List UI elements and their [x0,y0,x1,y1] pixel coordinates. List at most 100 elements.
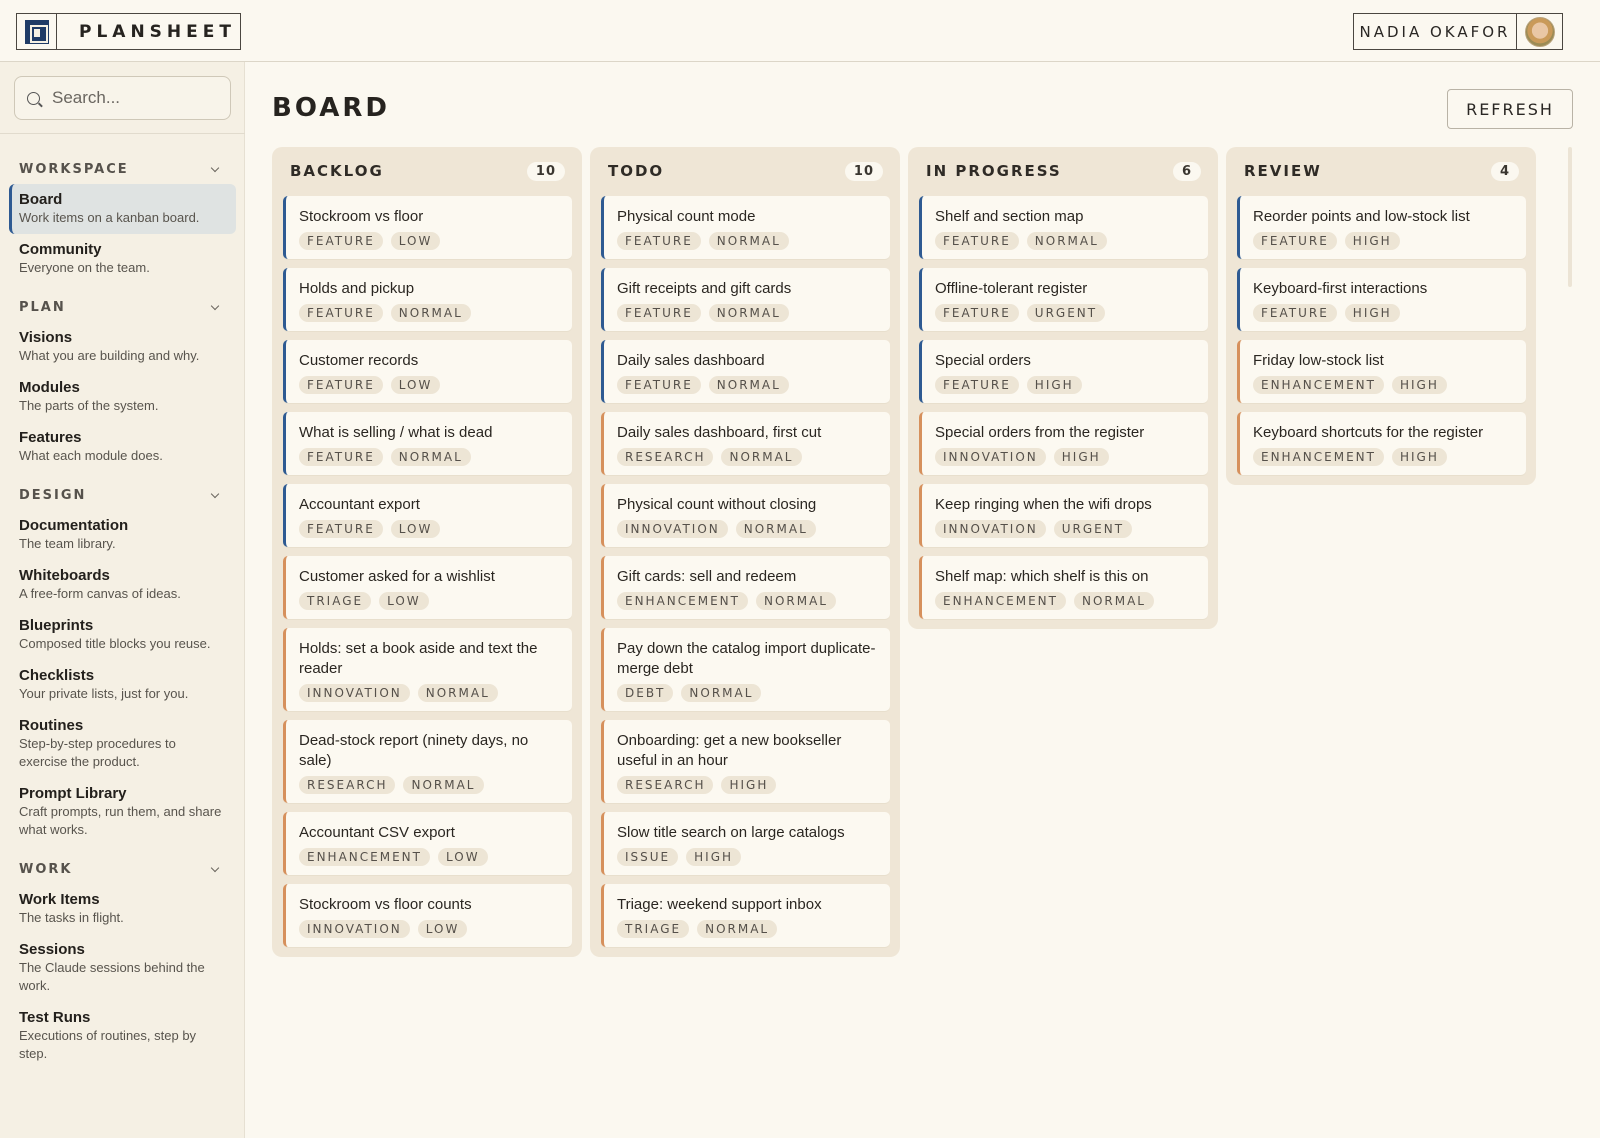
sidebar-item-documentation[interactable]: Documentation The team library. [9,510,236,560]
priority-badge: NORMAL [721,448,802,466]
card-tags: ENHANCEMENT HIGH [1253,376,1516,394]
work-item-card[interactable]: Keyboard shortcuts for the register ENHAN… [1237,412,1526,475]
work-item-card[interactable]: Gift cards: sell and redeem ENHANCEMENT NO… [601,556,890,619]
sidebar-item-desc: The team library. [19,536,116,551]
work-item-card[interactable]: Reorder points and low-stock list FEATURE… [1237,196,1526,259]
card-title: Stockroom vs floor [299,208,424,225]
work-item-card[interactable]: Customer records FEATURE LOW [283,340,572,403]
sidebar-item-sessions[interactable]: Sessions The Claude sessions behind the w… [9,934,236,1002]
sidebar-section-plan[interactable]: PLAN [0,292,245,322]
sidebar-item-features[interactable]: Features What each module does. [9,422,236,472]
card-title: Customer asked for a wishlist [299,568,495,585]
work-item-card[interactable]: Friday low-stock list ENHANCEMENT HIGH [1237,340,1526,403]
work-item-card[interactable]: Keep ringing when the wifi drops INNOVATI… [919,484,1208,547]
sidebar-item-routines[interactable]: Routines Step-by-step procedures to exerc… [9,710,236,778]
sidebar-item-blueprints[interactable]: Blueprints Composed title blocks you reus… [9,610,236,660]
chevron-down-icon[interactable] [210,163,220,173]
top-bar: PLANSHEET NADIA OKAFOR [0,0,1600,62]
priority-badge: NORMAL [390,304,471,322]
sidebar-item-title: Work Items [19,891,100,908]
column-title: REVIEW [1244,162,1322,180]
work-item-card[interactable]: Keyboard-first interactions FEATURE HIGH [1237,268,1526,331]
sidebar-item-visions[interactable]: Visions What you are building and why. [9,322,236,372]
card-title: Friday low-stock list [1253,352,1384,369]
priority-badge: NORMAL [708,304,789,322]
card-tags: TRIAGE NORMAL [617,920,880,938]
card-tags: RESEARCH NORMAL [617,448,880,466]
sidebar-section-label: DESIGN [19,487,87,503]
type-badge: FEATURE [935,232,1019,250]
sidebar-item-whiteboards[interactable]: Whiteboards A free-form canvas of ideas. [9,560,236,610]
card-title: Customer records [299,352,419,369]
priority-badge: NORMAL [697,920,778,938]
work-item-card[interactable]: Onboarding: get a new bookseller useful … [601,720,890,803]
work-item-card[interactable]: Shelf and section map FEATURE NORMAL [919,196,1208,259]
sidebar-item-modules[interactable]: Modules The parts of the system. [9,372,236,422]
sidebar-item-board[interactable]: Board Work items on a kanban board. [9,184,236,234]
priority-badge: HIGH [721,776,777,794]
work-item-card[interactable]: Holds: set a book aside and text the rea… [283,628,572,711]
sidebar-item-prompt-library[interactable]: Prompt Library Craft prompts, run them, a… [9,778,236,846]
work-item-card[interactable]: Special orders FEATURE HIGH [919,340,1208,403]
work-item-card[interactable]: Stockroom vs floor counts INNOVATION LOW [283,884,572,947]
chevron-down-icon[interactable] [210,301,220,311]
card-tags: FEATURE NORMAL [299,304,562,322]
type-badge: RESEARCH [299,776,396,794]
chevron-down-icon[interactable] [210,863,220,873]
board-scrollbar[interactable] [1568,147,1572,287]
work-item-card[interactable]: Stockroom vs floor FEATURE LOW [283,196,572,259]
sidebar-item-desc: Work items on a kanban board. [19,210,200,225]
column-count-badge: 10 [844,161,883,181]
work-item-card[interactable]: Dead-stock report (ninety days, no sale)… [283,720,572,803]
work-item-card[interactable]: Special orders from the register INNOVATI… [919,412,1208,475]
sidebar-section-work[interactable]: WORK [0,854,245,884]
work-item-card[interactable]: Offline-tolerant register FEATURE URGENT [919,268,1208,331]
card-tags: INNOVATION LOW [299,920,562,938]
priority-badge: NORMAL [708,376,789,394]
sidebar-item-community[interactable]: Community Everyone on the team. [9,234,236,284]
column-title: TODO [608,162,665,180]
sidebar-section-design[interactable]: DESIGN [0,480,245,510]
work-item-card[interactable]: Triage: weekend support inbox TRIAGE NORMA… [601,884,890,947]
type-badge: RESEARCH [617,776,714,794]
sidebar-item-title: Routines [19,717,84,734]
priority-badge: NORMAL [755,592,836,610]
refresh-button[interactable]: REFRESH [1447,89,1573,129]
work-item-card[interactable]: Gift receipts and gift cards FEATURE NORMA… [601,268,890,331]
sidebar-item-title: Community [19,241,102,258]
work-item-card[interactable]: Accountant export FEATURE LOW [283,484,572,547]
work-item-card[interactable]: Holds and pickup FEATURE NORMAL [283,268,572,331]
work-item-card[interactable]: Customer asked for a wishlist TRIAGE LOW [283,556,572,619]
type-badge: ENHANCEMENT [617,592,748,610]
sidebar-item-test-runs[interactable]: Test Runs Executions of routines, step by… [9,1002,236,1070]
work-item-card[interactable]: Daily sales dashboard, first cut RESEARCH… [601,412,890,475]
work-item-card[interactable]: What is selling / what is dead FEATURE NOR… [283,412,572,475]
search-input[interactable] [52,88,212,108]
sidebar-item-checklists[interactable]: Checklists Your private lists, just for y… [9,660,236,710]
work-item-card[interactable]: Shelf map: which shelf is this on ENHANCE… [919,556,1208,619]
card-tags: INNOVATION NORMAL [617,520,880,538]
type-badge: ENHANCEMENT [1253,376,1384,394]
work-item-card[interactable]: Daily sales dashboard FEATURE NORMAL [601,340,890,403]
card-tags: ENHANCEMENT NORMAL [617,592,880,610]
card-tags: DEBT NORMAL [617,684,880,702]
work-item-card[interactable]: Slow title search on large catalogs ISSUE… [601,812,890,875]
type-badge: FEATURE [299,448,383,466]
logo-icon [17,14,57,49]
column-in-progress: IN PROGRESS 6 Shelf and section map FEATURE… [908,147,1218,629]
column-title: BACKLOG [290,162,384,180]
type-badge: INNOVATION [299,684,410,702]
search-box[interactable] [14,76,231,120]
user-menu[interactable]: NADIA OKAFOR [1353,13,1563,50]
chevron-down-icon[interactable] [210,489,220,499]
sidebar-section-workspace[interactable]: WORKSPACE [0,154,245,184]
work-item-card[interactable]: Accountant CSV export ENHANCEMENT LOW [283,812,572,875]
sidebar-item-work-items[interactable]: Work Items The tasks in flight. [9,884,236,934]
work-item-card[interactable]: Physical count mode FEATURE NORMAL [601,196,890,259]
type-badge: FEATURE [299,304,383,322]
card-tags: INNOVATION NORMAL [299,684,562,702]
work-item-card[interactable]: Pay down the catalog import duplicate-me… [601,628,890,711]
card-tags: FEATURE HIGH [1253,304,1516,322]
work-item-card[interactable]: Physical count without closing INNOVATION… [601,484,890,547]
app-logo[interactable]: PLANSHEET [16,13,241,50]
